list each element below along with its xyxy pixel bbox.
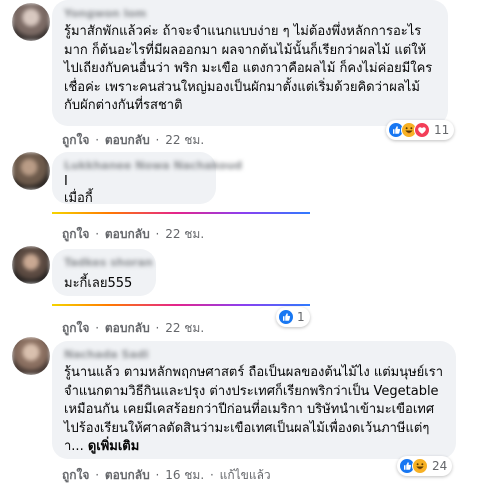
like-button[interactable]: ถูกใจ — [62, 227, 89, 241]
reply-button[interactable]: ตอบกลับ — [105, 227, 150, 241]
like-button[interactable]: ถูกใจ — [62, 321, 89, 335]
comment-text-line: I — [64, 174, 68, 189]
comment-text: รู้นานแล้ว ตามหลักพฤกษศาสตร์ ถือเป็นผลขอ… — [64, 364, 444, 457]
comment-time[interactable]: 22 ชม. — [165, 321, 204, 335]
comment-actions: ถูกใจ · ตอบกลับ · 22 ชม. — [62, 133, 205, 147]
comment-bubble: Tadkes shoran มะกี้เลย555 — [52, 249, 156, 296]
comment-text: มะกี้เลย555 — [64, 276, 133, 291]
comment-time[interactable]: 22 ชม. — [165, 227, 204, 241]
edited-label[interactable]: แก้ไขแล้ว — [220, 468, 271, 482]
comment-bubble: Lukkhanee Nowa Nachakoud I เมื่อกี้ — [52, 152, 242, 207]
comment-author[interactable]: Tadkes shoran — [64, 256, 153, 269]
comment-text-line: เมื่อกี้ — [64, 191, 93, 206]
reply-button[interactable]: ตอบกลับ — [105, 133, 150, 147]
reaction-summary[interactable]: 24 — [397, 456, 453, 476]
comment-actions: ถูกใจ · ตอบกลับ · 22 ชม. — [62, 227, 205, 241]
comment-time[interactable]: 22 ชม. — [165, 133, 204, 147]
gradient-divider — [52, 304, 310, 306]
reaction-summary[interactable]: 11 — [386, 120, 455, 140]
avatar[interactable] — [12, 152, 50, 190]
comment-text: I เมื่อกี้ — [64, 173, 204, 207]
reaction-count: 1 — [297, 310, 305, 324]
gradient-divider — [52, 212, 310, 214]
reply-button[interactable]: ตอบกลับ — [105, 468, 150, 482]
reply-button[interactable]: ตอบกลับ — [105, 321, 150, 335]
reaction-count: 11 — [434, 123, 450, 137]
like-icon — [278, 309, 294, 325]
reaction-summary[interactable]: 1 — [276, 307, 310, 327]
see-more-link[interactable]: ดูเพิ่มเติม — [88, 439, 139, 454]
reaction-count: 24 — [432, 459, 448, 473]
avatar[interactable] — [12, 337, 50, 375]
comment-author[interactable]: Lukkhanee Nowa Nachakoud — [64, 159, 242, 172]
like-button[interactable]: ถูกใจ — [62, 133, 89, 147]
comment-text: รู้มาสักพักแล้วค่ะ ถ้าจะจำแนกแบบง่าย ๆ ไ… — [64, 24, 433, 113]
comment-bubble: Nachada Sadi รู้นานแล้ว ตามหลักพฤกษศาสตร… — [52, 341, 456, 459]
haha-icon — [412, 458, 428, 474]
comment-bubble: Yongwon lom รู้มาสักพักแล้วค่ะ ถ้าจะจำแน… — [52, 0, 448, 126]
avatar[interactable] — [12, 246, 50, 284]
comment-actions: ถูกใจ · ตอบกลับ · 16 ชม. · แก้ไขแล้ว — [62, 468, 271, 482]
like-button[interactable]: ถูกใจ — [62, 468, 89, 482]
comment-time[interactable]: 16 ชม. — [165, 468, 204, 482]
comment-author[interactable]: Yongwon lom — [64, 7, 436, 20]
comment-author[interactable]: Nachada Sadi — [64, 348, 444, 361]
avatar[interactable] — [12, 3, 50, 41]
comment-actions: ถูกใจ · ตอบกลับ · 22 ชม. — [62, 321, 205, 335]
love-icon — [414, 122, 430, 138]
